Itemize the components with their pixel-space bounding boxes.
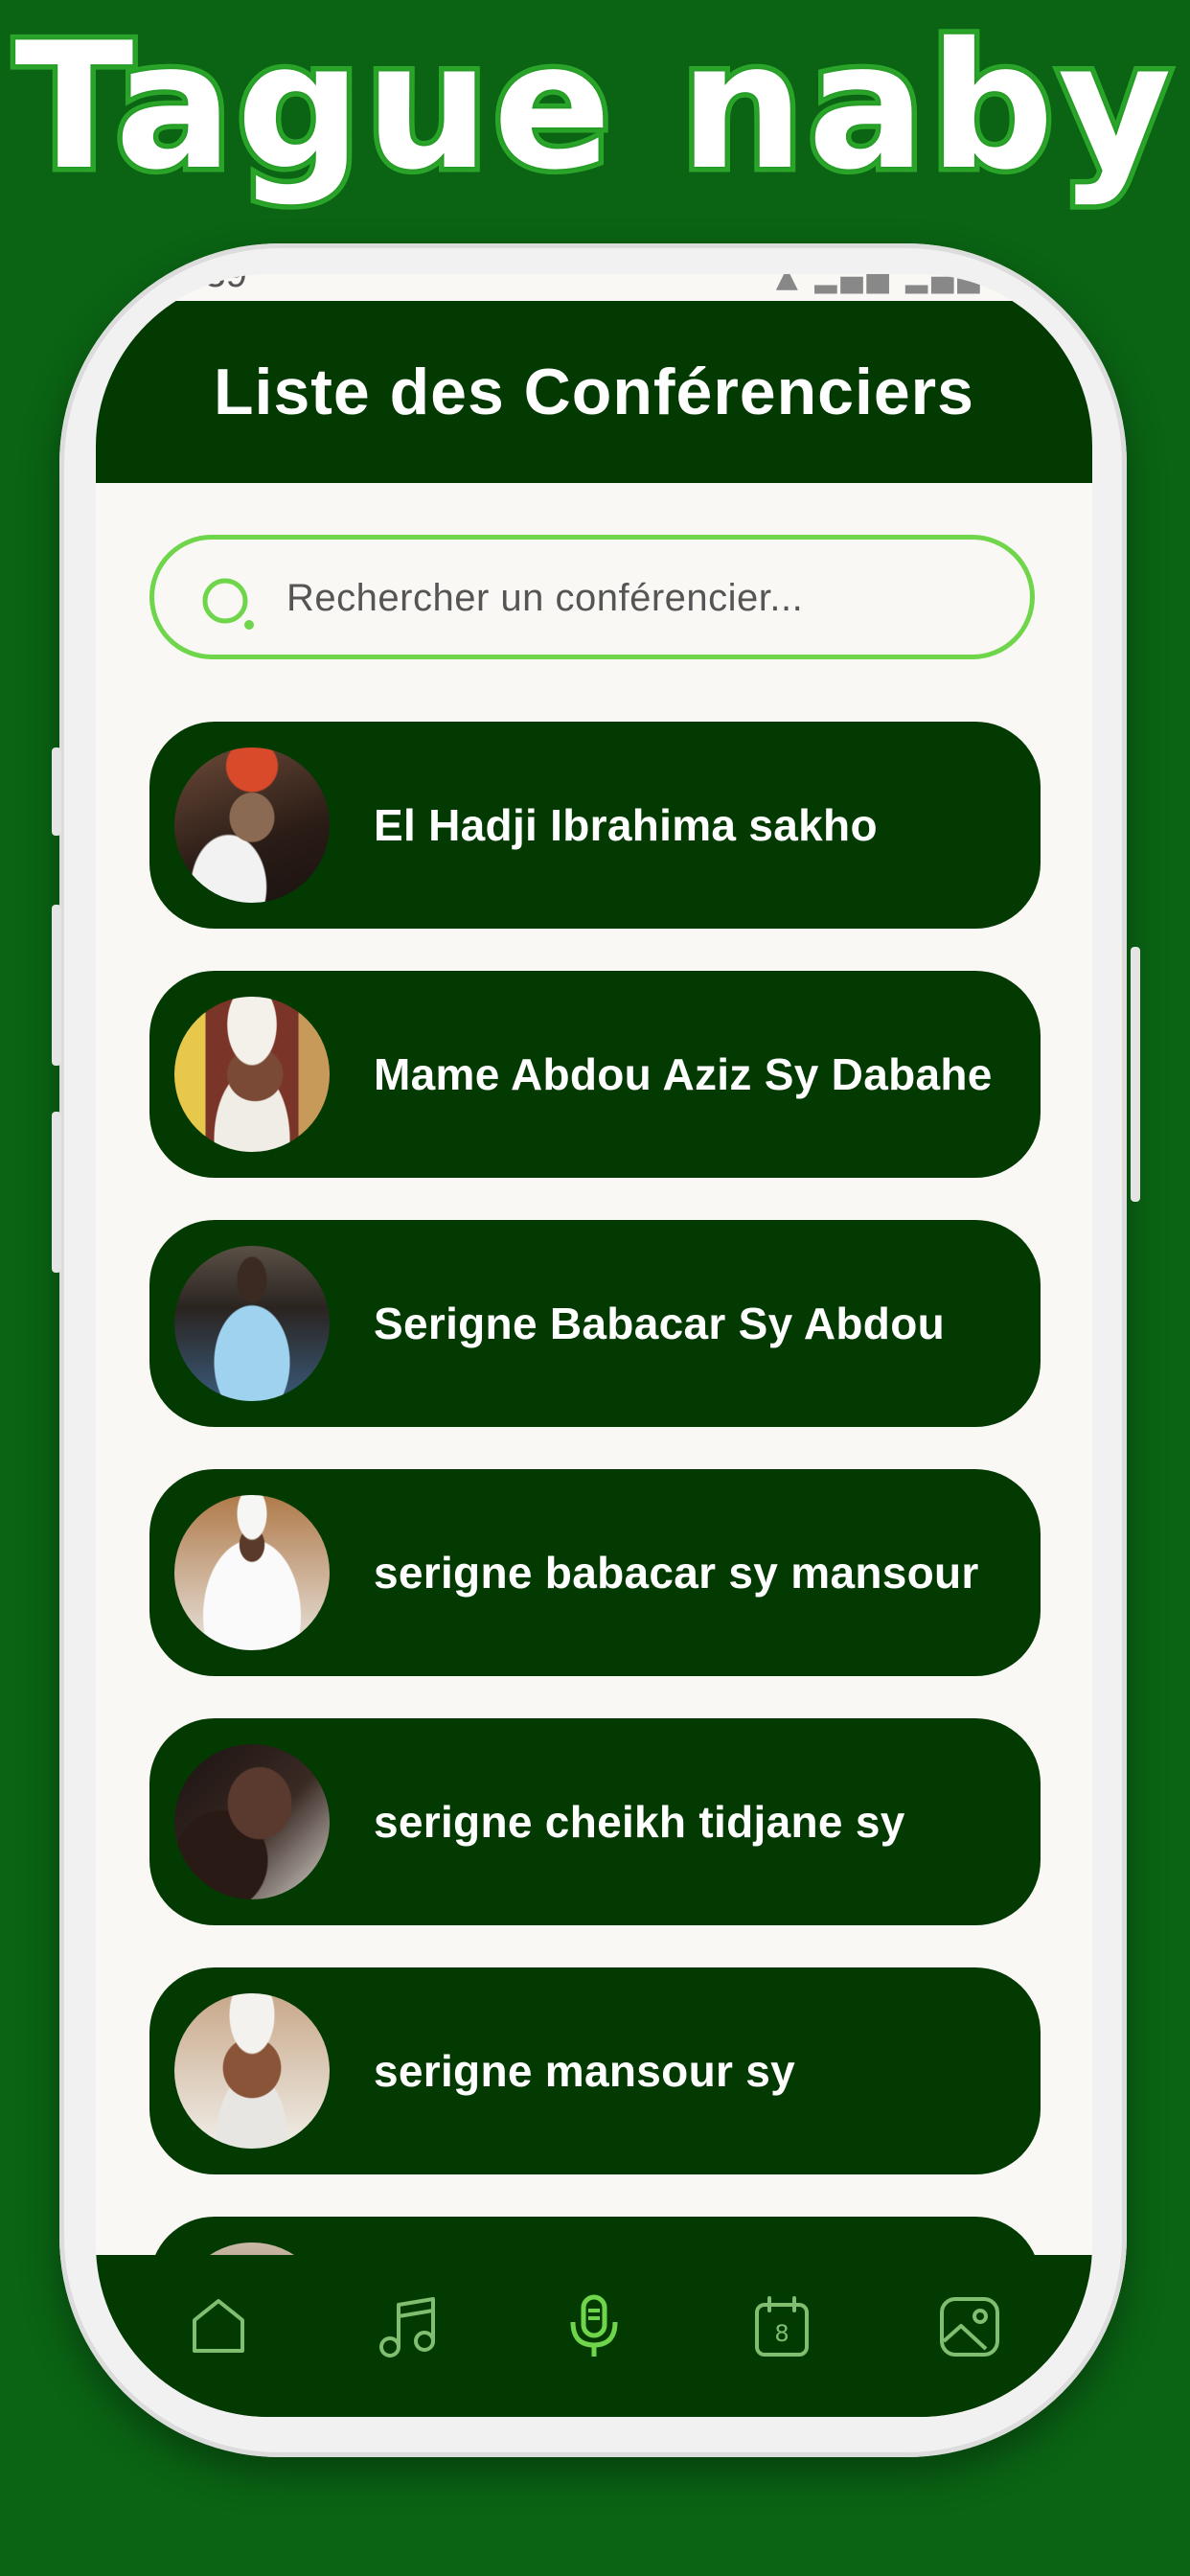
status-time: 9:39 — [172, 274, 247, 295]
speaker-name: El Hadji Ibrahima sakho — [374, 800, 878, 850]
speaker-card[interactable]: Mame Abdou Aziz Sy Dabahe — [149, 971, 1041, 1178]
speaker-card[interactable]: Serigne Babacar Sy Abdou — [149, 1220, 1041, 1427]
speaker-name: Serigne Babacar Sy Abdou — [374, 1299, 945, 1348]
speaker-avatar — [174, 997, 330, 1152]
search-input[interactable] — [285, 559, 1017, 637]
phone-side-button — [52, 748, 61, 836]
gallery-icon — [940, 2296, 999, 2357]
app-header: Liste des Conférenciers — [96, 301, 1092, 483]
app-screen: 9:39 ▲ ▂▄▆ ▂▄▆ ● Liste des Conférenciers… — [96, 274, 1092, 2417]
phone-side-button — [52, 1112, 61, 1273]
speaker-name: serigne babacar sy mansour — [374, 1548, 979, 1598]
speaker-card[interactable]: El Hadji Ibrahima sakho — [149, 722, 1041, 929]
nav-music[interactable] — [368, 2288, 445, 2365]
music-icon — [379, 2296, 435, 2358]
nav-gallery[interactable] — [931, 2288, 1008, 2365]
page-title: Liste des Conférenciers — [214, 356, 974, 428]
nav-speakers[interactable] — [556, 2288, 632, 2365]
calendar-icon: 8 — [755, 2295, 809, 2357]
speaker-card[interactable]: serigne mansour sy — [149, 1967, 1041, 2174]
speaker-avatar — [174, 1246, 330, 1401]
speaker-card[interactable]: serigne cheikh tidjane sy — [149, 1718, 1041, 1925]
calendar-day: 8 — [774, 2320, 789, 2347]
search-bar[interactable] — [149, 535, 1035, 659]
bottom-navigation: 8 — [96, 2255, 1092, 2417]
search-icon — [202, 578, 254, 630]
nav-home[interactable] — [180, 2288, 257, 2365]
promo-title: Tague naby — [10, 1, 1177, 213]
speaker-card[interactable]: serigne babacar sy mansour — [149, 1469, 1041, 1676]
speaker-name: serigne cheikh tidjane sy — [374, 1797, 905, 1847]
speaker-name: serigne mansour sy — [374, 2046, 796, 2096]
microphone-icon — [570, 2294, 618, 2357]
speaker-avatar — [174, 1495, 330, 1650]
home-icon — [193, 2298, 244, 2353]
status-bar: 9:39 ▲ ▂▄▆ ▂▄▆ ● — [96, 274, 1092, 301]
speaker-avatar — [174, 748, 330, 903]
status-icons: ▲ ▂▄▆ ▂▄▆ ● — [775, 274, 1025, 294]
speaker-avatar — [174, 1744, 330, 1899]
nav-calendar[interactable]: 8 — [744, 2288, 820, 2365]
phone-side-button — [52, 905, 61, 1066]
speaker-name: Mame Abdou Aziz Sy Dabahe — [374, 1049, 993, 1099]
speaker-avatar — [174, 1993, 330, 2149]
phone-side-button — [1131, 947, 1140, 1202]
